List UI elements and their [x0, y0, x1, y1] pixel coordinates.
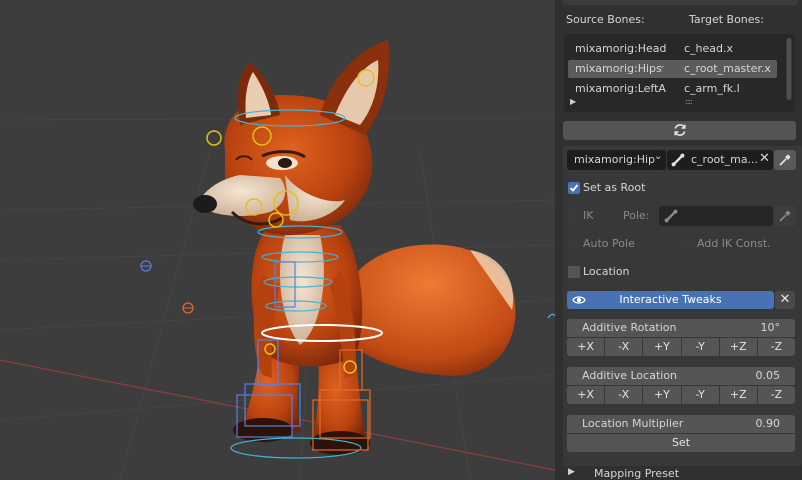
resize-handle-icon[interactable]: ::::: [685, 97, 693, 106]
additive-rotation-field[interactable]: Additive Rotation 10°: [567, 319, 795, 337]
mapping-row[interactable]: mixamorig:Head c_head.x: [568, 40, 777, 58]
mapping-row-source: mixamorig:Head: [575, 42, 667, 55]
pole-eyedropper-button[interactable]: [774, 206, 796, 226]
eyedropper-icon: [779, 154, 791, 166]
location-minus-y-button[interactable]: -Y: [681, 386, 719, 404]
auto-pole-label: Auto Pole: [583, 237, 635, 250]
panel-top-edge: [563, 0, 798, 5]
mapping-row-target: c_root_master.x: [684, 62, 771, 75]
set-as-root-label: Set as Root: [583, 181, 646, 194]
location-minus-x-button[interactable]: -X: [605, 386, 643, 404]
ik-label: IK: [583, 209, 594, 222]
expand-triangle-icon[interactable]: ▶: [570, 97, 576, 106]
rotation-plus-z-button[interactable]: +Z: [719, 338, 757, 356]
scrollbar-thumb[interactable]: [787, 38, 791, 100]
pole-label: Pole:: [623, 209, 650, 222]
3d-viewport[interactable]: [0, 0, 555, 480]
location-minus-z-button[interactable]: -Z: [757, 386, 796, 404]
list-scrollbar[interactable]: [786, 38, 792, 100]
rotation-plus-y-button[interactable]: +Y: [643, 338, 681, 356]
mapping-row-target: c_head.x: [684, 42, 734, 55]
close-icon: ✕: [779, 292, 791, 307]
mapping-row-source: mixamorig:LeftA...: [575, 82, 667, 95]
mapping-row-selected[interactable]: mixamorig:Hips ⌄ c_root_master.x: [568, 60, 777, 78]
additive-rotation-value: 10°: [760, 321, 781, 334]
mapping-row[interactable]: mixamorig:LeftA... c_arm_fk.l: [568, 80, 777, 98]
additive-location-field[interactable]: Additive Location 0.05: [567, 367, 795, 385]
close-icon[interactable]: ✕: [759, 151, 770, 166]
rotation-minus-z-button[interactable]: -Z: [757, 338, 796, 356]
rotation-plus-x-button[interactable]: +X: [567, 338, 605, 356]
pole-bone-field[interactable]: [659, 206, 773, 226]
bone-icon: [671, 153, 685, 167]
expand-triangle-icon[interactable]: ▶: [568, 467, 575, 477]
chevron-down-icon: ⌄: [658, 61, 666, 71]
mapping-row-target: c_arm_fk.l: [684, 82, 740, 95]
interactive-tweaks-label: Interactive Tweaks: [619, 293, 722, 306]
location-multiplier-value: 0.90: [755, 417, 781, 430]
additive-location-value: 0.05: [755, 369, 781, 382]
eye-icon: [572, 296, 586, 304]
location-multiplier-field[interactable]: Location Multiplier 0.90: [567, 415, 795, 433]
check-icon: [569, 184, 579, 192]
additive-location-label: Additive Location: [582, 369, 678, 382]
target-bone-field-value: c_root_ma...: [691, 153, 759, 166]
additive-rotation-label: Additive Rotation: [582, 321, 677, 334]
interactive-tweaks-toggle[interactable]: Interactive Tweaks: [567, 291, 774, 309]
add-ik-const-checkbox[interactable]: [682, 238, 694, 250]
viewport-scene: [0, 40, 555, 480]
close-tweaks-button[interactable]: ✕: [775, 291, 795, 309]
source-bone-select[interactable]: mixamorig:Hip ⌄: [567, 150, 666, 170]
target-bone-field[interactable]: c_root_ma... ✕: [667, 150, 773, 170]
location-checkbox[interactable]: [568, 266, 580, 278]
bone-mapping-list[interactable]: mixamorig:Head c_head.x mixamorig:Hips ⌄…: [564, 34, 795, 112]
refresh-icon: [673, 124, 686, 136]
refresh-mapping-button[interactable]: [563, 121, 796, 140]
retarget-panel: Source Bones: Target Bones: mixamorig:He…: [555, 0, 802, 480]
location-plus-z-button[interactable]: +Z: [719, 386, 757, 404]
set-as-root-checkbox[interactable]: [568, 182, 580, 194]
rotation-minus-x-button[interactable]: -X: [605, 338, 643, 356]
set-button[interactable]: Set: [567, 434, 795, 452]
location-plus-y-button[interactable]: +Y: [643, 386, 681, 404]
add-ik-const-label: Add IK Const.: [697, 237, 771, 250]
mapping-preset-header[interactable]: Mapping Preset: [594, 467, 679, 480]
target-bones-header: Target Bones:: [689, 13, 764, 26]
ik-checkbox[interactable]: [568, 210, 580, 222]
source-bone-select-value: mixamorig:Hip: [574, 153, 656, 166]
location-axis-buttons: +X -X +Y -Y +Z -Z: [567, 386, 796, 404]
rotation-minus-y-button[interactable]: -Y: [681, 338, 719, 356]
location-plus-x-button[interactable]: +X: [567, 386, 605, 404]
source-bones-header: Source Bones:: [566, 13, 645, 26]
rotation-axis-buttons: +X -X +Y -Y +Z -Z: [567, 338, 796, 356]
bone-icon: [664, 209, 678, 223]
location-multiplier-label: Location Multiplier: [582, 417, 684, 430]
location-label: Location: [583, 265, 630, 278]
eyedropper-icon: [779, 210, 791, 222]
eyedropper-button[interactable]: [774, 150, 796, 170]
mapping-row-source: mixamorig:Hips: [575, 62, 662, 75]
auto-pole-checkbox[interactable]: [568, 238, 580, 250]
chevron-down-icon: ⌄: [654, 151, 663, 162]
